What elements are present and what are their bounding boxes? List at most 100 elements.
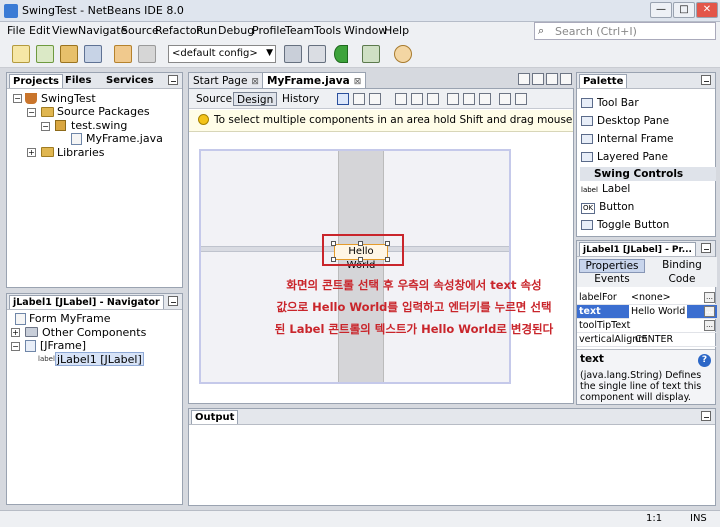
menu-profile[interactable]: Profile xyxy=(252,24,286,37)
tab-projects[interactable]: Projects xyxy=(9,74,64,88)
help-icon[interactable]: ? xyxy=(698,354,711,367)
menu-team[interactable]: Team xyxy=(285,24,314,37)
clean-build-icon[interactable] xyxy=(308,45,326,63)
close-tab-icon[interactable]: ⊠ xyxy=(251,77,259,87)
history-view-button[interactable]: History xyxy=(279,92,322,106)
undo-icon[interactable] xyxy=(114,45,132,63)
minimize-panel-icon[interactable] xyxy=(168,296,178,306)
tab-properties[interactable]: Properties xyxy=(579,259,645,273)
tree-file-myframe[interactable]: MyFrame.java xyxy=(86,132,163,145)
scroll-left-icon[interactable] xyxy=(518,73,530,85)
debug-icon[interactable] xyxy=(362,45,380,63)
annotation-line-2: 값으로 Hello World를 입력하고 엔터키를 누르면 선택 xyxy=(276,300,552,314)
open-project-icon[interactable] xyxy=(60,45,78,63)
minimize-panel-icon[interactable] xyxy=(701,75,711,85)
property-editor-button[interactable]: … xyxy=(704,292,715,303)
palette-item-button[interactable]: OK Button xyxy=(581,199,634,215)
palette-item-tool-bar[interactable]: Tool Bar xyxy=(581,95,639,111)
menu-navigate[interactable]: Navigate xyxy=(78,24,127,37)
preview-design-icon[interactable] xyxy=(369,93,381,105)
maximize-editor-icon[interactable] xyxy=(560,73,572,85)
run-icon[interactable] xyxy=(334,45,348,63)
profile-icon[interactable] xyxy=(394,45,412,63)
property-row-verticalalignment[interactable]: verticalAlignm CENTER xyxy=(577,333,717,347)
tree-source-packages[interactable]: Source Packages xyxy=(57,105,150,118)
property-editor-button[interactable]: … xyxy=(704,320,715,331)
palette-item-desktop-pane[interactable]: Desktop Pane xyxy=(581,113,669,129)
center-vertically-icon[interactable] xyxy=(479,93,491,105)
expand-icon[interactable]: + xyxy=(27,148,36,157)
build-hammer-icon[interactable] xyxy=(284,45,302,63)
tree-form-myframe[interactable]: Form MyFrame xyxy=(29,312,110,325)
desktop-pane-icon xyxy=(581,116,593,126)
menu-view[interactable]: View xyxy=(52,24,78,37)
tab-code[interactable]: Code xyxy=(649,273,715,285)
palette-section-swing-controls[interactable]: Swing Controls xyxy=(580,167,716,181)
center-horizontally-icon[interactable] xyxy=(427,93,439,105)
tab-services[interactable]: Services xyxy=(103,74,157,88)
search-input[interactable]: ⌕ Search (Ctrl+I) xyxy=(534,22,716,40)
menu-help[interactable]: Help xyxy=(384,24,409,37)
minimize-panel-icon[interactable] xyxy=(168,75,178,85)
align-bottom-icon[interactable] xyxy=(463,93,475,105)
resize-horizontal-icon[interactable] xyxy=(499,93,511,105)
minimize-button[interactable]: — xyxy=(650,2,672,18)
palette-item-internal-frame[interactable]: Internal Frame xyxy=(581,131,674,147)
menu-source[interactable]: Source xyxy=(121,24,159,37)
align-top-icon[interactable] xyxy=(447,93,459,105)
close-button[interactable]: ✕ xyxy=(696,2,718,18)
menu-tools[interactable]: Tools xyxy=(314,24,341,37)
tree-libraries[interactable]: Libraries xyxy=(57,146,105,159)
close-tab-icon[interactable]: ⊠ xyxy=(354,77,362,87)
connection-mode-icon[interactable] xyxy=(353,93,365,105)
menu-debug[interactable]: Debug xyxy=(218,24,254,37)
expand-icon[interactable]: + xyxy=(11,328,20,337)
palette-item-layered-pane[interactable]: Layered Pane xyxy=(581,149,668,165)
tab-events[interactable]: Events xyxy=(579,273,645,285)
property-text-input[interactable]: Hello World xyxy=(629,305,688,319)
resize-vertical-icon[interactable] xyxy=(515,93,527,105)
menu-edit[interactable]: Edit xyxy=(29,24,50,37)
property-row-labelfor[interactable]: labelFor <none> … xyxy=(577,291,717,305)
save-all-icon[interactable] xyxy=(84,45,102,63)
minimize-panel-icon[interactable] xyxy=(701,243,711,253)
tab-output[interactable]: Output xyxy=(191,410,239,424)
tree-other-components[interactable]: Other Components xyxy=(42,326,146,339)
palette-item-label[interactable]: label Label xyxy=(581,181,630,197)
new-file-icon[interactable] xyxy=(12,45,30,63)
align-right-icon[interactable] xyxy=(411,93,423,105)
property-editor-button[interactable]: … xyxy=(704,306,715,317)
tree-jframe[interactable]: [JFrame] xyxy=(40,339,86,352)
selection-mode-icon[interactable] xyxy=(337,93,349,105)
minimize-panel-icon[interactable] xyxy=(701,411,711,421)
design-view-button[interactable]: Design xyxy=(233,92,278,106)
align-left-icon[interactable] xyxy=(395,93,407,105)
config-select[interactable]: <default config> ▼ xyxy=(168,45,276,63)
collapse-icon[interactable]: − xyxy=(27,108,36,117)
collapse-icon[interactable]: − xyxy=(41,122,50,131)
collapse-icon[interactable]: − xyxy=(11,342,20,351)
design-canvas[interactable]: Hello World xyxy=(199,149,511,384)
palette-item-toggle-button[interactable]: Toggle Button xyxy=(581,217,669,233)
tree-package-test-swing[interactable]: test.swing xyxy=(71,119,127,132)
menu-refactor[interactable]: Refactor xyxy=(155,24,201,37)
property-row-tooltiptext[interactable]: toolTipText … xyxy=(577,319,717,333)
menu-window[interactable]: Window xyxy=(344,24,387,37)
tab-binding[interactable]: Binding xyxy=(649,259,715,271)
tree-project-swingtest[interactable]: SwingTest xyxy=(41,92,96,105)
scroll-right-icon[interactable] xyxy=(532,73,544,85)
new-project-icon[interactable] xyxy=(36,45,54,63)
tab-files[interactable]: Files xyxy=(62,74,94,88)
redo-icon[interactable] xyxy=(138,45,156,63)
collapse-icon[interactable]: − xyxy=(13,94,22,103)
tab-start-page[interactable]: Start Page ⊠ xyxy=(188,72,264,88)
source-view-button[interactable]: Source xyxy=(193,92,235,106)
tree-jlabel1[interactable]: jLabel1 [JLabel] xyxy=(55,352,144,366)
menu-run[interactable]: Run xyxy=(196,24,217,37)
lightbulb-icon xyxy=(198,114,209,125)
menu-file[interactable]: File xyxy=(7,24,25,37)
maximize-button[interactable]: □ xyxy=(673,2,695,18)
show-opened-documents-icon[interactable] xyxy=(546,73,558,85)
property-row-text[interactable]: text Hello World … xyxy=(577,305,717,319)
tab-myframe-java[interactable]: MyFrame.java ⊠ xyxy=(262,72,367,88)
